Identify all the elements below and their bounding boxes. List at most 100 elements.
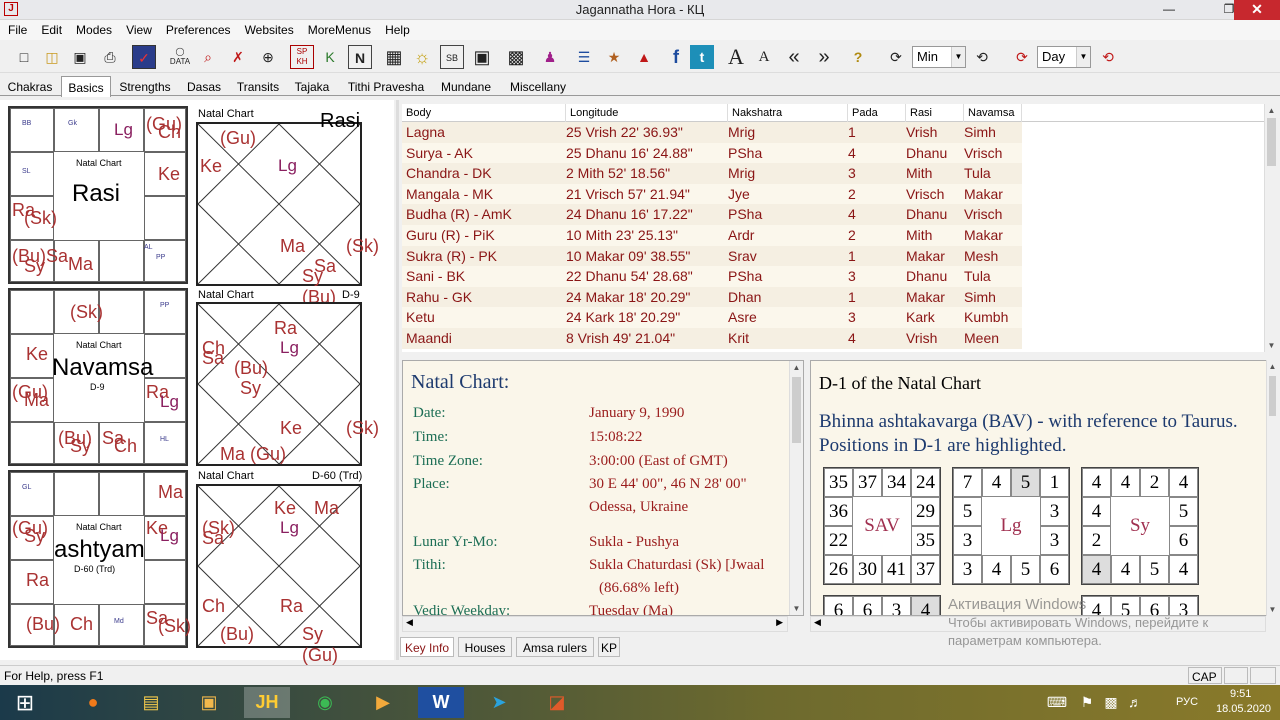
- table-scrollbar[interactable]: ▲ ▼: [1264, 104, 1278, 352]
- table-row[interactable]: Maandi 8 Vrish 49' 21.04" Krit 4 Vrish Meen: [402, 328, 1022, 349]
- sp-kh-icon[interactable]: SP KH: [290, 45, 314, 69]
- table-row[interactable]: Surya - AK 25 Dhanu 16' 24.88" PSha 4 Dhanu V…: [402, 142, 1022, 164]
- volume-icon[interactable]: ♬: [1124, 687, 1146, 718]
- data-icon[interactable]: ◯ DATA: [168, 45, 192, 69]
- save-icon[interactable]: ▣: [68, 45, 92, 69]
- clock-time[interactable]: 9:51: [1230, 688, 1251, 700]
- sb-icon[interactable]: SB: [440, 45, 464, 69]
- back-icon[interactable]: «: [782, 45, 806, 69]
- print-icon[interactable]: ⎙: [98, 45, 122, 69]
- tab-key-info[interactable]: Key Info: [400, 637, 454, 657]
- chart-cell[interactable]: [99, 472, 144, 516]
- north-chart-d60[interactable]: Ke Ma Lg (Sk) Sa Ch Ra (Bu) Sy (Gu): [196, 484, 362, 665]
- menu-modes[interactable]: Modes: [68, 20, 118, 37]
- table-row[interactable]: Guru (R) - PiK 10 Mith 23' 25.13" Ardr 2 Mit…: [402, 225, 1022, 246]
- chart-cell[interactable]: [10, 108, 54, 152]
- close-button[interactable]: ✕: [1234, 0, 1280, 20]
- menu-moremenus[interactable]: MoreMenus: [300, 20, 377, 37]
- column-header[interactable]: Pada: [848, 104, 906, 122]
- d60-chart[interactable]: Natal Chart ashtyam D-60 (Trd) Ma (Gu) S…: [8, 470, 191, 648]
- pane-splitter[interactable]: [396, 100, 399, 660]
- firefox-icon[interactable]: ●: [70, 687, 116, 718]
- menu-preferences[interactable]: Preferences: [158, 20, 237, 37]
- column-header[interactable]: Body: [402, 104, 566, 122]
- key-info-hscrollbar[interactable]: ◀ ▶: [402, 616, 788, 632]
- menu-websites[interactable]: Websites: [237, 20, 300, 37]
- table-row[interactable]: Chandra - DK 2 Mith 52' 18.56" Mrig 3 Mith Tu…: [402, 163, 1022, 185]
- clock-date[interactable]: 18.05.2020: [1216, 703, 1271, 715]
- scroll-up-icon[interactable]: ▲: [1265, 106, 1278, 115]
- minimize-button[interactable]: —: [1154, 0, 1184, 20]
- time-adjust-icon[interactable]: ⌕: [196, 45, 220, 69]
- scroll-down-icon[interactable]: ▼: [790, 604, 803, 613]
- scroll-left-icon[interactable]: ◀: [814, 617, 821, 628]
- archive-icon[interactable]: ▣: [186, 687, 232, 718]
- north-chart-navamsa[interactable]: Ra Lg Ch Sa (Bu) Sy Ke (Sk) Ma (Gu): [196, 302, 379, 466]
- chart-cell[interactable]: [99, 604, 144, 646]
- menu-help[interactable]: Help: [377, 20, 416, 37]
- chart-cell[interactable]: [54, 108, 99, 152]
- explorer-icon[interactable]: ▤: [128, 687, 174, 718]
- kundli-icon[interactable]: ▩: [504, 45, 528, 69]
- scroll-thumb[interactable]: [792, 377, 801, 443]
- k-icon[interactable]: K: [318, 45, 342, 69]
- table-row[interactable]: Rahu - GK 24 Makar 18' 20.29" Dhan 1 Makar Si…: [402, 286, 1022, 308]
- jhora-taskbar-icon[interactable]: JH: [244, 687, 290, 718]
- rasi-chart[interactable]: Natal Chart Rasi Lg (Gu) Ch Ke Ra (Sk) (…: [8, 106, 188, 284]
- scroll-up-icon[interactable]: ▲: [1267, 362, 1278, 371]
- table-row[interactable]: Lagna 25 Vrish 22' 36.93" Mrig 1 Vrish Simh: [402, 122, 1022, 143]
- presentation-icon[interactable]: ◪: [534, 687, 580, 718]
- tab-chakras[interactable]: Chakras: [4, 78, 56, 96]
- twitter-icon[interactable]: t: [690, 45, 714, 69]
- tab-strengths[interactable]: Strengths: [116, 78, 174, 96]
- chart-cell[interactable]: [99, 240, 144, 282]
- day-select[interactable]: Day ▼: [1037, 46, 1091, 68]
- dancer-icon[interactable]: ★: [602, 45, 626, 69]
- table-row[interactable]: Sukra (R) - PK 10 Makar 09' 38.55" Srav 1 Ma…: [402, 245, 1022, 267]
- menu-view[interactable]: View: [118, 20, 158, 37]
- scroll-right-icon[interactable]: ▶: [776, 617, 783, 628]
- media-player-icon[interactable]: ▶: [360, 687, 406, 718]
- column-header[interactable]: Rasi: [906, 104, 964, 122]
- navamsa-chart[interactable]: Natal Chart Navamsa D-9 (Sk) Ke (Gu) Ma …: [8, 288, 188, 466]
- square-target-icon[interactable]: ▣: [470, 45, 494, 69]
- tab-houses[interactable]: Houses: [458, 637, 512, 657]
- chart-cell[interactable]: [10, 422, 54, 464]
- grid-icon[interactable]: ▦: [382, 45, 406, 69]
- scroll-thumb[interactable]: [1269, 376, 1276, 416]
- tab-miscellany[interactable]: Miscellany: [506, 78, 570, 96]
- chrome-icon[interactable]: ◉: [302, 687, 348, 718]
- chart-cell[interactable]: [144, 560, 186, 604]
- font-smaller-icon[interactable]: A: [752, 45, 776, 69]
- scroll-down-icon[interactable]: ▼: [1265, 341, 1278, 350]
- open-folder-icon[interactable]: ◫: [40, 45, 64, 69]
- keyboard-icon[interactable]: ⌨: [1040, 687, 1074, 718]
- word-icon[interactable]: W: [418, 687, 464, 718]
- facebook-icon[interactable]: f: [664, 45, 688, 69]
- table-row[interactable]: Budha (R) - AmK 24 Dhanu 16' 17.22" PSha 4 D…: [402, 204, 1022, 226]
- time-forward-icon[interactable]: ⟲: [970, 45, 994, 69]
- transit-icon[interactable]: ✗: [226, 45, 250, 69]
- table-row[interactable]: Sani - BK 22 Dhanu 54' 28.68" PSha 3 Dhanu Tu…: [402, 266, 1022, 288]
- min-select[interactable]: Min ▼: [912, 46, 966, 68]
- chart-edit-icon[interactable]: ✓: [132, 45, 156, 69]
- tab-tithi-pravesha[interactable]: Tithi Pravesha: [346, 78, 426, 96]
- n-icon[interactable]: N: [348, 45, 372, 69]
- scroll-up-icon[interactable]: ▲: [790, 363, 803, 372]
- tab-mundane[interactable]: Mundane: [438, 78, 494, 96]
- key-info-scrollbar[interactable]: ▲ ▼: [789, 361, 803, 615]
- column-header[interactable]: Longitude: [566, 104, 728, 122]
- telegram-icon[interactable]: ➤: [476, 687, 522, 718]
- column-header[interactable]: Nakshatra: [728, 104, 848, 122]
- north-chart-rasi[interactable]: Rasi (Gu) Ke Lg Ma (Sk) Sa Sy (Bu): [196, 110, 379, 307]
- network-icon[interactable]: ▩: [1100, 687, 1122, 718]
- scroll-left-icon[interactable]: ◀: [406, 617, 413, 628]
- scroll-down-icon[interactable]: ▼: [1267, 605, 1278, 614]
- help-icon[interactable]: ?: [846, 45, 870, 69]
- tab-basics[interactable]: Basics: [61, 76, 111, 97]
- start-icon[interactable]: ⊞: [2, 687, 48, 718]
- menu-file[interactable]: File: [0, 20, 33, 37]
- tab-amsa-rulers[interactable]: Amsa rulers: [516, 637, 594, 657]
- tab-dasas[interactable]: Dasas: [184, 78, 224, 96]
- sun-icon[interactable]: ☼: [410, 45, 434, 69]
